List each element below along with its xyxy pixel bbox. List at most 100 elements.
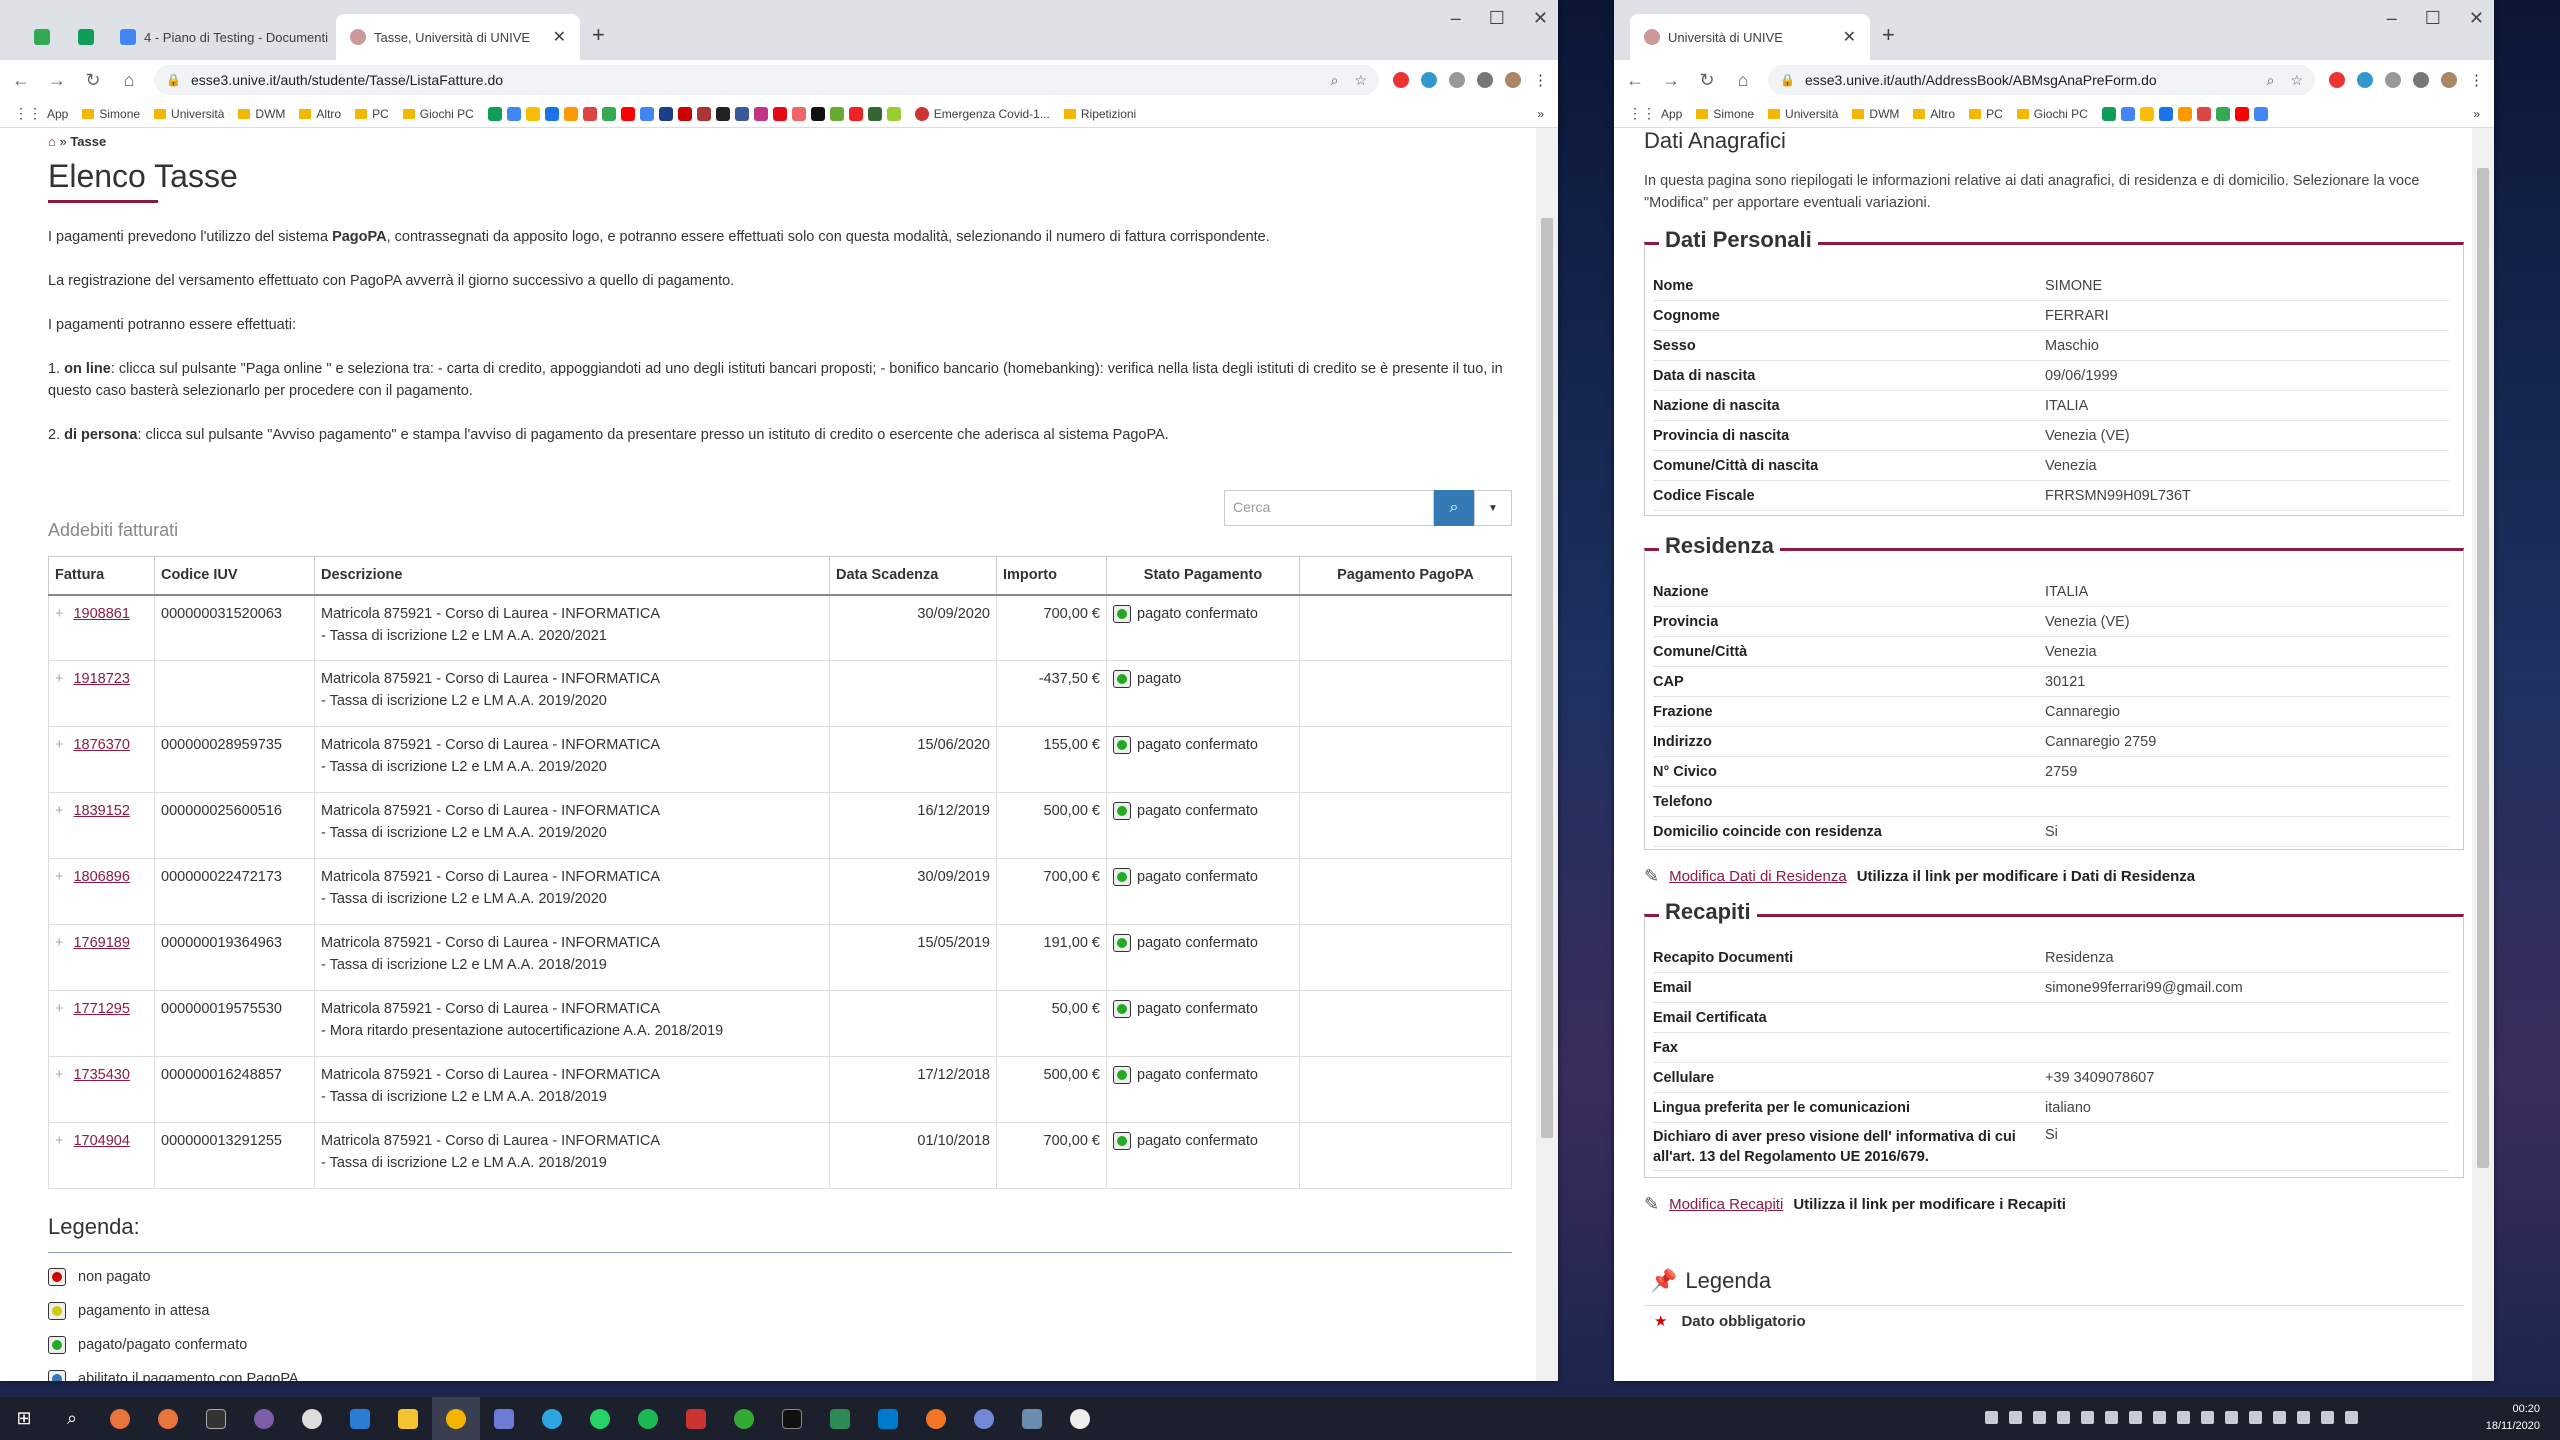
- column-header[interactable]: Descrizione: [314, 556, 830, 596]
- bookmark-folder[interactable]: Università: [1768, 107, 1838, 121]
- bookmark-favicon[interactable]: [772, 106, 787, 121]
- back-icon[interactable]: ←: [10, 70, 32, 91]
- bookmark-folder[interactable]: DWM: [1852, 107, 1899, 121]
- fattura-link[interactable]: 1876370: [73, 737, 129, 753]
- tab-piano-testing[interactable]: 4 - Piano di Testing - Documenti✕: [106, 14, 332, 60]
- bookmark-folder[interactable]: Giochi PC: [402, 107, 474, 121]
- expand-icon[interactable]: +: [55, 737, 63, 753]
- bookmark-favicon[interactable]: [810, 106, 825, 121]
- bookmark-favicon[interactable]: [848, 106, 863, 121]
- bookmark-favicon[interactable]: [696, 106, 711, 121]
- tray-icon[interactable]: [2105, 1411, 2118, 1424]
- column-header[interactable]: Stato Pagamento: [1106, 556, 1300, 596]
- reload-icon[interactable]: ↻: [1696, 70, 1718, 91]
- tab-tasse[interactable]: Tasse, Università di UNIVE ✕: [336, 14, 580, 60]
- taskbar-app[interactable]: [768, 1397, 816, 1440]
- column-header[interactable]: Importo: [996, 556, 1107, 596]
- search-dropdown[interactable]: ▼: [1474, 490, 1512, 526]
- scrollbar-thumb[interactable]: [1541, 218, 1553, 1138]
- bookmark-favicon[interactable]: [677, 106, 692, 121]
- search-button[interactable]: ⌕: [1434, 490, 1474, 526]
- back-icon[interactable]: ←: [1624, 70, 1646, 91]
- extension-icon[interactable]: [1449, 72, 1465, 88]
- expand-icon[interactable]: +: [55, 869, 63, 885]
- bookmark-favicon[interactable]: [601, 106, 616, 121]
- volume-icon[interactable]: [2345, 1411, 2358, 1424]
- taskbar-app[interactable]: [240, 1397, 288, 1440]
- bookmark-favicon[interactable]: [525, 106, 540, 121]
- bookmark-folder[interactable]: Università: [154, 107, 224, 121]
- expand-icon[interactable]: +: [55, 1133, 63, 1149]
- bookmark-favicon[interactable]: [2234, 106, 2249, 121]
- taskbar-app[interactable]: [480, 1397, 528, 1440]
- expand-icon[interactable]: +: [55, 671, 63, 687]
- bookmark-folder[interactable]: Simone: [1696, 107, 1754, 121]
- menu-icon[interactable]: ⋮: [1533, 71, 1548, 89]
- tray-icon[interactable]: [2273, 1411, 2286, 1424]
- taskbar-app[interactable]: [576, 1397, 624, 1440]
- bookmark-favicon[interactable]: [2120, 106, 2135, 121]
- taskbar-app-chrome[interactable]: [432, 1397, 480, 1440]
- tray-icon[interactable]: [2081, 1411, 2094, 1424]
- bookmark-favicon[interactable]: [487, 106, 502, 121]
- taskbar-app[interactable]: [144, 1397, 192, 1440]
- tray-icon[interactable]: [2249, 1411, 2262, 1424]
- tray-icon[interactable]: [2297, 1411, 2310, 1424]
- modifica-residenza-link[interactable]: Modifica Dati di Residenza: [1669, 868, 1847, 885]
- reload-icon[interactable]: ↻: [82, 70, 104, 91]
- taskbar-app[interactable]: [192, 1397, 240, 1440]
- close-tab-icon[interactable]: ✕: [545, 27, 566, 47]
- bookmark-favicon[interactable]: [2215, 106, 2230, 121]
- taskbar-app[interactable]: [384, 1397, 432, 1440]
- minimize-icon[interactable]: –: [2387, 8, 2397, 29]
- tray-icon[interactable]: [2153, 1411, 2166, 1424]
- fattura-link[interactable]: 1839152: [73, 803, 129, 819]
- menu-icon[interactable]: ⋮: [2469, 71, 2484, 89]
- clock[interactable]: 00:20 18/11/2020: [2486, 1401, 2540, 1435]
- taskbar-app[interactable]: [96, 1397, 144, 1440]
- bookmark-favicon[interactable]: [2177, 106, 2192, 121]
- bookmark-folder[interactable]: Giochi PC: [2016, 107, 2088, 121]
- taskbar-app[interactable]: [1008, 1397, 1056, 1440]
- taskbar-app[interactable]: [912, 1397, 960, 1440]
- bookmark-folder[interactable]: Ripetizioni: [1063, 107, 1136, 121]
- bookmark-folder[interactable]: PC: [1969, 107, 2003, 121]
- bookmark-favicon[interactable]: [886, 106, 901, 121]
- maximize-icon[interactable]: ☐: [2425, 8, 2441, 29]
- tab-anagrafica[interactable]: Università di UNIVE ✕: [1630, 14, 1870, 60]
- bookmark-folder[interactable]: PC: [355, 107, 389, 121]
- fattura-link[interactable]: 1806896: [73, 869, 129, 885]
- extension-icon[interactable]: [1421, 72, 1437, 88]
- bookmark-folder[interactable]: Altro: [1913, 107, 1955, 121]
- taskbar-app[interactable]: [672, 1397, 720, 1440]
- expand-icon[interactable]: +: [55, 1001, 63, 1017]
- bookmark-favicon[interactable]: [791, 106, 806, 121]
- bookmark-favicon[interactable]: [2139, 106, 2154, 121]
- scrollbar[interactable]: [1536, 128, 1558, 1381]
- bookmark-favicon[interactable]: [620, 106, 635, 121]
- taskbar-app[interactable]: [864, 1397, 912, 1440]
- tray-icon[interactable]: [1985, 1411, 1998, 1424]
- new-tab-button[interactable]: +: [1882, 22, 1895, 48]
- fattura-link[interactable]: 1771295: [73, 1001, 129, 1017]
- address-bar[interactable]: 🔒 esse3.unive.it/auth/studente/Tasse/List…: [154, 65, 1379, 95]
- new-tab-button[interactable]: +: [592, 22, 605, 48]
- taskbar-app[interactable]: [288, 1397, 336, 1440]
- bookmark-favicon[interactable]: [563, 106, 578, 121]
- close-window-icon[interactable]: ✕: [2469, 8, 2484, 29]
- extension-icon[interactable]: [2385, 72, 2401, 88]
- scrollbar[interactable]: [2472, 128, 2494, 1381]
- tray-icon[interactable]: [2033, 1411, 2046, 1424]
- search-button[interactable]: ⌕: [48, 1397, 96, 1440]
- taskbar-app[interactable]: [816, 1397, 864, 1440]
- bookmark-favicon[interactable]: [639, 106, 654, 121]
- bookmark-favicon[interactable]: [753, 106, 768, 121]
- bookmark-folder[interactable]: DWM: [238, 107, 285, 121]
- minimize-icon[interactable]: –: [1451, 8, 1461, 29]
- scrollbar-thumb[interactable]: [2477, 168, 2489, 1168]
- extension-icon[interactable]: [1393, 72, 1409, 88]
- column-header[interactable]: Pagamento PagoPA: [1299, 556, 1512, 596]
- expand-icon[interactable]: +: [55, 803, 63, 819]
- zoom-icon[interactable]: ⌕: [1331, 72, 1339, 89]
- bookmark-folder[interactable]: Altro: [299, 107, 341, 121]
